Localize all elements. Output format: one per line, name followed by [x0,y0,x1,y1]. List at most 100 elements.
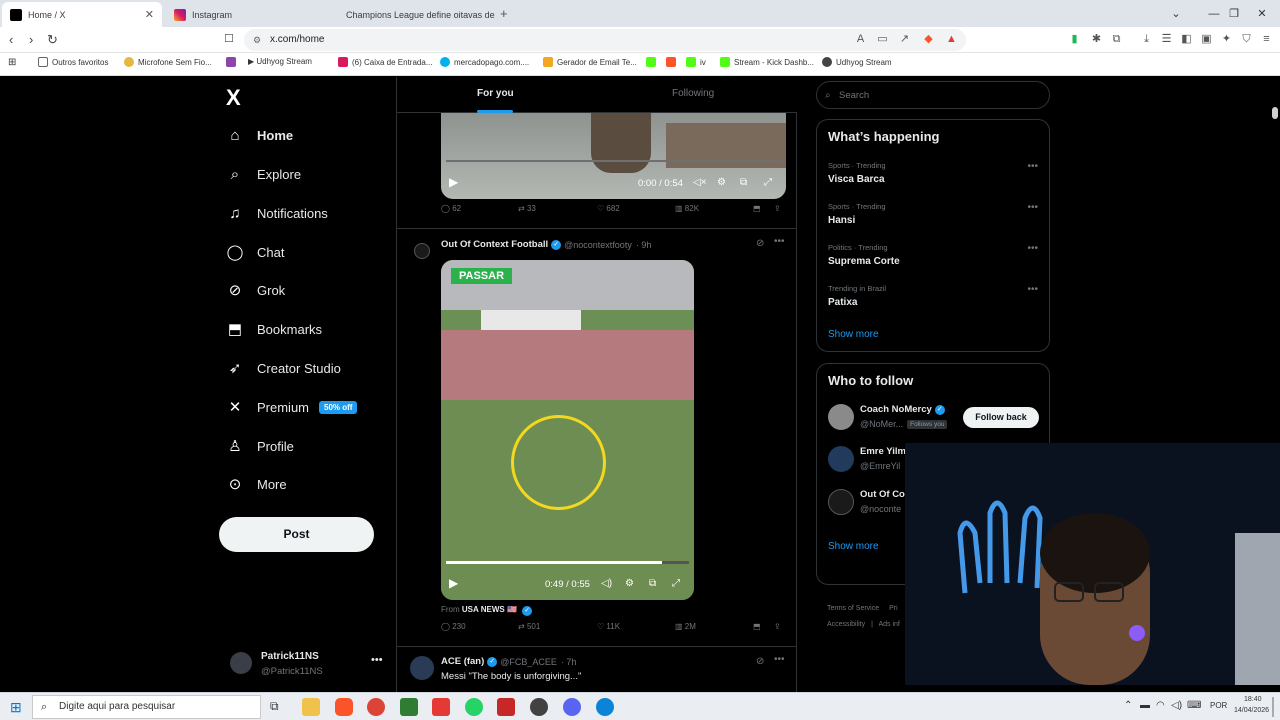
mute-icon[interactable]: ◁× [693,177,707,188]
tab-champions-league[interactable]: Champions League define oitavas de [332,2,498,27]
taskbar-search-input[interactable]: ⌕ Digite aqui para pesquisar [32,695,261,719]
sidebar-item-home[interactable]: ⌂ Home [226,126,293,144]
reply-button[interactable]: ◯ 62 [441,204,461,213]
more-icon[interactable]: ••• [1027,284,1038,295]
sidebar-item-more[interactable]: ⊙ More [226,475,287,493]
video-player[interactable]: ▶ 0:00 / 0:54 ◁× ⚙ ⧉ ⤢ [441,113,786,199]
more-icon[interactable]: ••• [774,654,785,665]
sidebar-item-notifications[interactable]: ♫ Notifications [226,204,327,222]
sidebar-item-explore[interactable]: ⌕ Explore [226,165,301,183]
app-icon[interactable] [497,698,515,716]
x-logo[interactable]: X [226,85,241,111]
source-link[interactable]: USA NEWS 🇺🇸 [462,605,517,614]
bookmark-item[interactable]: (6) Caixa de Entrada... [338,57,432,67]
author-name[interactable]: ACE (fan) [441,656,484,667]
tweet[interactable]: ACE (fan) ✓ @FCB_ACEE · 7h ⊘ ••• Messi "… [397,647,797,692]
video-player[interactable]: PASSAR ▶ 0:49 / 0:55 ◁) ⚙ ⧉ ⤢ [441,260,694,600]
chrome-icon[interactable] [367,698,385,716]
tab-for-you[interactable]: For you [477,88,514,99]
screenshot-icon[interactable]: ⧉ [1110,33,1123,46]
author-handle[interactable]: @nocontextfooty [564,240,632,250]
page-scrollbar[interactable] [1272,107,1278,119]
more-icon[interactable]: ••• [774,236,785,247]
footer-link[interactable]: Accessibility [827,621,865,628]
obs-icon[interactable] [530,698,548,716]
bookmark-page-icon[interactable]: ☐ [224,32,234,45]
bookmark-item[interactable]: mercadopago.com.... [440,57,529,67]
whatsapp-icon[interactable] [465,698,483,716]
sidebar-item-profile[interactable]: ♙ Profile [226,437,294,455]
footer-link[interactable]: Ads inf [878,621,899,628]
close-tab-icon[interactable]: ✕ [145,8,154,21]
network-icon[interactable]: ▬ [1140,700,1150,711]
task-view-icon[interactable]: ⧉ [270,699,279,714]
like-button[interactable]: ♡ 682 [597,204,620,213]
bookmark-item[interactable]: Stream - Kick Dashb... [720,57,814,67]
bookmark-item[interactable]: Gerador de Email Te... [543,57,637,67]
bookmark-item[interactable]: Microfone Sem Fio... [124,57,212,67]
bookmark-item[interactable] [646,57,660,67]
show-more-link[interactable]: Show more [828,329,879,340]
windows-start-icon[interactable]: ⊞ [10,699,22,716]
cast-icon[interactable]: ▭ [876,33,889,46]
new-tab-icon[interactable]: + [500,6,508,21]
author-name[interactable]: Out Of Context Football [441,239,548,250]
play-icon[interactable]: ▶ [449,576,458,590]
grok-post-icon[interactable]: ⊘ [756,238,764,249]
reply-button[interactable]: ◯ 230 [441,622,466,631]
brave-rewards-icon[interactable]: ▲ [945,33,958,46]
sidebar-item-premium[interactable]: ✕ Premium 50% off [226,398,358,416]
share-post-icon[interactable]: ⇪ [774,204,781,213]
tab-following[interactable]: Following [672,88,714,99]
author-handle[interactable]: @FCB_ACEE [500,657,557,667]
trend-item[interactable]: Sports · Trending Visca Barca ••• [828,161,1038,185]
search-input[interactable]: ⌕ Search [816,81,1050,109]
sidebar-item-grok[interactable]: ⊘ Grok [226,281,285,299]
pip-icon[interactable]: ⧉ [740,177,747,188]
sidebar-item-bookmarks[interactable]: ⬒ Bookmarks [226,320,322,338]
extension-green-icon[interactable]: ▮ [1068,33,1081,46]
bookmark-item[interactable] [666,57,680,67]
account-switcher[interactable]: Patrick11NS @Patrick11NS ••• [226,649,386,685]
wifi-icon[interactable]: ◠ [1156,700,1165,711]
more-icon[interactable]: ••• [1027,243,1038,254]
apps-icon[interactable]: ⊞ [8,57,16,68]
like-button[interactable]: ♡ 11K [597,622,620,631]
fullscreen-icon[interactable]: ⤢ [764,177,772,188]
sidebar-icon[interactable]: ◧ [1180,33,1193,46]
bookmark-item[interactable]: Outros favoritos [38,57,108,67]
more-icon[interactable]: ••• [1027,161,1038,172]
site-info-icon[interactable]: ⚙ [253,29,261,51]
translate-icon[interactable]: A [854,33,867,46]
more-icon[interactable]: ••• [1027,202,1038,213]
share-icon[interactable]: ↗ [898,33,911,46]
sidebar-item-chat[interactable]: ◯ Chat [226,243,285,261]
extensions-icon[interactable]: ✱ [1090,33,1103,46]
forward-icon[interactable]: › [29,32,33,47]
leo-ai-icon[interactable]: ✦ [1220,33,1233,46]
clock-time[interactable]: 18:40 [1244,696,1262,703]
video-progress-bar[interactable] [446,160,781,162]
brave-browser-icon[interactable] [335,698,353,716]
bookmark-item[interactable]: Udhyog Stream [822,57,892,67]
app-icon[interactable] [432,698,450,716]
post-button[interactable]: Post [219,517,374,552]
grok-post-icon[interactable]: ⊘ [756,656,764,667]
tab-instagram[interactable]: Instagram [166,2,332,27]
volume-icon[interactable]: ◁) [601,578,612,589]
download-icon[interactable]: ⤓ [1140,33,1153,46]
brave-shield-icon[interactable]: ◆ [922,33,935,46]
footer-link[interactable]: Terms of Service [827,605,879,612]
play-icon[interactable]: ▶ [449,175,458,189]
volume-icon[interactable]: ◁) [1171,700,1182,711]
discord-icon[interactable] [563,698,581,716]
language-indicator[interactable]: POR [1210,701,1227,710]
footer-link[interactable]: Pri [889,605,898,612]
share-post-icon[interactable]: ⇪ [774,622,781,631]
edge-icon[interactable] [596,698,614,716]
show-desktop-button[interactable] [1272,697,1274,717]
repost-button[interactable]: ⇄ 501 [518,622,540,631]
close-window-icon[interactable]: ✕ [1242,0,1280,27]
fullscreen-icon[interactable]: ⤢ [672,578,680,589]
bookmark-post-icon[interactable]: ⬒ [753,622,761,631]
